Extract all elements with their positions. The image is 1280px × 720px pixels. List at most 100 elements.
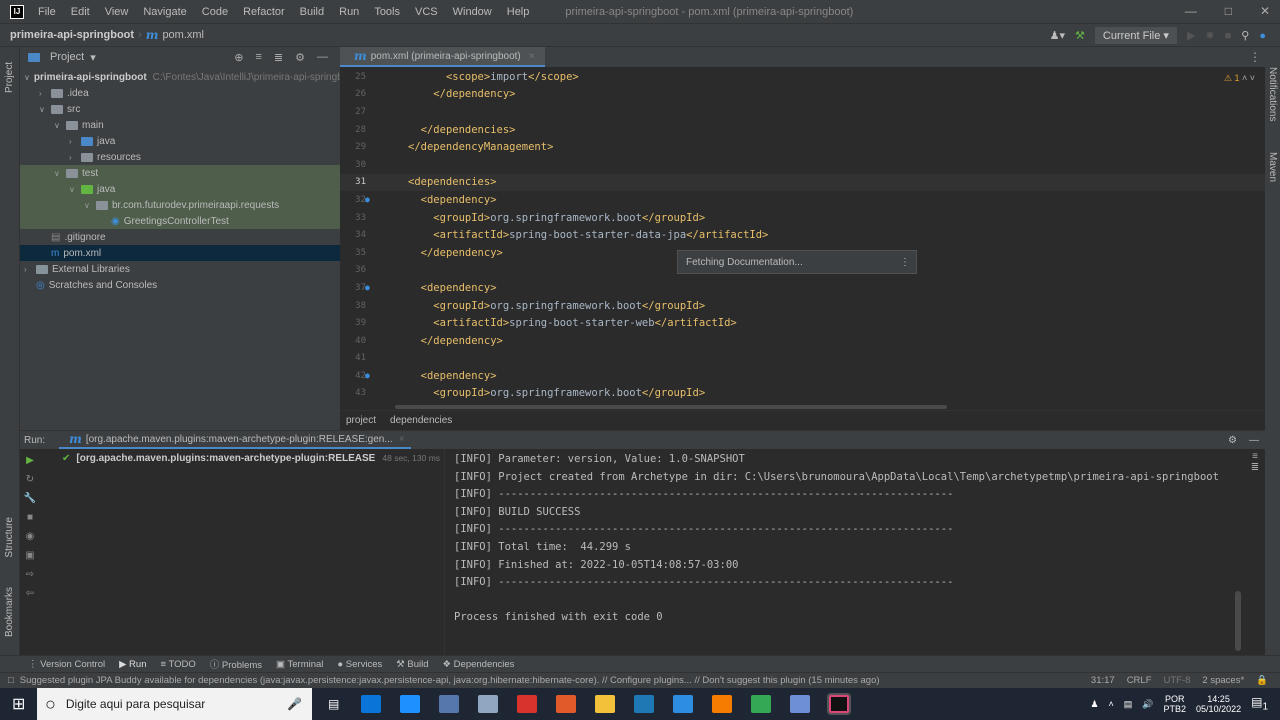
code-line[interactable]: 37 ● <dependency>: [340, 279, 1265, 297]
breadcrumb-file[interactable]: pom.xml: [162, 29, 204, 41]
people-icon[interactable]: ♟: [1090, 699, 1098, 710]
tree-item[interactable]: ∨ src: [20, 101, 340, 117]
menu-refactor[interactable]: Refactor: [243, 6, 285, 18]
gear-icon[interactable]: ⚙: [295, 51, 305, 64]
microphone-icon[interactable]: 🎤: [287, 697, 302, 711]
soft-wrap-icon[interactable]: ≡ ≣: [1245, 451, 1265, 473]
code-line[interactable]: 43 <groupId> org.springframework.boot </gr…: [340, 385, 1265, 403]
hide-icon[interactable]: —: [1249, 435, 1259, 446]
tree-item[interactable]: ∨ primeira-api-springboot C:\Fontes\Java\I…: [20, 69, 357, 85]
code-line[interactable]: 30: [340, 156, 1265, 174]
console-output[interactable]: [INFO] Parameter: version, Value: 1.0-SN…: [454, 451, 1219, 627]
tray-arrow-icon[interactable]: ˄: [1109, 699, 1114, 709]
tool-run[interactable]: ▶ Run: [119, 659, 146, 670]
run-tab[interactable]: m [org.apache.maven.plugins:maven-archety…: [59, 431, 411, 449]
tree-item[interactable]: › .idea: [20, 85, 340, 101]
taskbar-search[interactable]: ○ Digite aqui para pesquisar 🎤: [37, 688, 312, 720]
tool-todo[interactable]: ≡ TODO: [160, 659, 195, 670]
taskbar-app-icon[interactable]: [711, 695, 732, 713]
crumb-dependencies[interactable]: dependencies: [390, 415, 452, 426]
task-view-icon[interactable]: ▤: [328, 697, 339, 711]
code-line[interactable]: 32 ● <dependency>: [340, 191, 1265, 209]
notifications-tool-button[interactable]: Notifications: [1267, 67, 1278, 121]
clock[interactable]: 14:25 05/10/2022: [1196, 694, 1241, 714]
tree-item[interactable]: › java: [20, 133, 340, 149]
tree-item[interactable]: ∨ main: [20, 117, 340, 133]
export-icon[interactable]: ⇨: [26, 569, 34, 580]
menu-navigate[interactable]: Navigate: [143, 6, 186, 18]
hide-icon[interactable]: —: [317, 51, 328, 64]
tree-item[interactable]: › resources: [20, 149, 340, 165]
menu-window[interactable]: Window: [453, 6, 492, 18]
chevron-right-icon[interactable]: ›: [39, 89, 51, 98]
bookmarks-tool-button[interactable]: Bookmarks: [4, 587, 15, 637]
chevron-right-icon[interactable]: ›: [24, 265, 36, 274]
code-line[interactable]: 29 </dependencyManagement>: [340, 138, 1265, 156]
chevron-down-icon[interactable]: ∨: [54, 121, 66, 130]
dependency-gutter-icon[interactable]: ●: [365, 283, 370, 292]
taskbar-app-icon[interactable]: [399, 695, 420, 713]
user-icon[interactable]: ♟▾: [1050, 29, 1065, 42]
project-tool-button[interactable]: Project: [4, 53, 15, 93]
menu-code[interactable]: Code: [202, 6, 228, 18]
menu-help[interactable]: Help: [507, 6, 530, 18]
project-view-select[interactable]: Project: [50, 51, 84, 63]
stop-icon[interactable]: ■: [27, 512, 33, 523]
tree-item[interactable]: ▤ .gitignore: [20, 229, 340, 245]
run-config-select[interactable]: Current File ▾: [1094, 27, 1177, 44]
tab-pom-xml[interactable]: m pom.xml (primeira-api-springboot) ×: [340, 47, 545, 67]
tab-menu-icon[interactable]: ⋮: [1249, 50, 1261, 64]
indent-setting[interactable]: 2 spaces*: [1202, 675, 1244, 686]
tool-problems[interactable]: ⓘ Problems: [210, 657, 262, 671]
maven-tool-button[interactable]: Maven: [1267, 152, 1278, 182]
tool-terminal[interactable]: ▣ Terminal: [276, 659, 323, 670]
taskbar-app-icon[interactable]: [826, 693, 851, 715]
breadcrumb-project[interactable]: primeira-api-springboot: [10, 29, 134, 41]
code-line[interactable]: 34 <artifactId> spring-boot-starter-data-…: [340, 226, 1265, 244]
search-icon[interactable]: ⚲: [1241, 29, 1249, 42]
language-indicator[interactable]: POR PTB2: [1164, 694, 1187, 714]
update-icon[interactable]: ●: [1259, 30, 1266, 42]
structure-tool-button[interactable]: Structure: [4, 517, 15, 558]
warnings-indicator[interactable]: ⚠ 1 ˄ ˅: [1224, 73, 1255, 84]
network-icon[interactable]: ▤: [1124, 699, 1133, 710]
code-line[interactable]: 28 </dependencies>: [340, 121, 1265, 139]
code-line[interactable]: 31 <dependencies>: [340, 173, 1265, 192]
code-line[interactable]: 27: [340, 103, 1265, 121]
tree-item[interactable]: › External Libraries: [20, 261, 340, 277]
close-run-tab-icon[interactable]: ×: [399, 434, 405, 445]
taskbar-app-icon[interactable]: [360, 695, 381, 713]
menu-view[interactable]: View: [105, 6, 129, 18]
caret-position[interactable]: 31:17: [1091, 675, 1115, 686]
menu-build[interactable]: Build: [300, 6, 324, 18]
taskbar-app-icon[interactable]: [633, 695, 654, 713]
run-tree-item[interactable]: ✔ [org.apache.maven.plugins:maven-archet…: [40, 449, 444, 467]
lock-icon[interactable]: 🔒: [1256, 675, 1268, 686]
gear-icon[interactable]: ⚙: [1228, 435, 1237, 446]
wrench-icon[interactable]: 🔧: [24, 493, 36, 504]
tree-item[interactable]: ◎ Scratches and Consoles: [20, 277, 340, 293]
tool-dependencies[interactable]: ❖ Dependencies: [443, 659, 515, 670]
status-message[interactable]: Suggested plugin JPA Buddy available for…: [20, 675, 880, 686]
chevron-down-icon[interactable]: ∨: [39, 105, 51, 114]
horizontal-scrollbar[interactable]: [395, 405, 947, 409]
tree-item[interactable]: ◉ GreetingsControllerTest: [20, 213, 340, 229]
code-line[interactable]: 41: [340, 350, 1265, 368]
code-line[interactable]: 38 <groupId> org.springframework.boot </gr…: [340, 297, 1265, 315]
editor[interactable]: m pom.xml (primeira-api-springboot) × ⋮ 25…: [340, 47, 1265, 430]
restart-icon[interactable]: ↻: [26, 474, 34, 485]
taskbar-app-icon[interactable]: [672, 695, 693, 713]
chevron-down-icon[interactable]: ∨: [84, 201, 96, 210]
dependency-gutter-icon[interactable]: ●: [365, 371, 370, 380]
menu-file[interactable]: File: [38, 6, 56, 18]
hammer-icon[interactable]: ⚒: [1075, 29, 1085, 42]
code-line[interactable]: 26 </dependency>: [340, 86, 1265, 104]
tree-item[interactable]: ∨ test: [20, 165, 340, 181]
code-line[interactable]: 39 <artifactId> spring-boot-starter-web </…: [340, 314, 1265, 332]
tool-services[interactable]: ● Services: [337, 659, 382, 670]
tree-item[interactable]: m pom.xml: [20, 245, 340, 261]
dependency-gutter-icon[interactable]: ●: [365, 195, 370, 204]
minimize-icon[interactable]: —: [1185, 4, 1197, 18]
menu-vcs[interactable]: VCS: [415, 6, 438, 18]
volume-icon[interactable]: 🔊: [1142, 699, 1153, 710]
